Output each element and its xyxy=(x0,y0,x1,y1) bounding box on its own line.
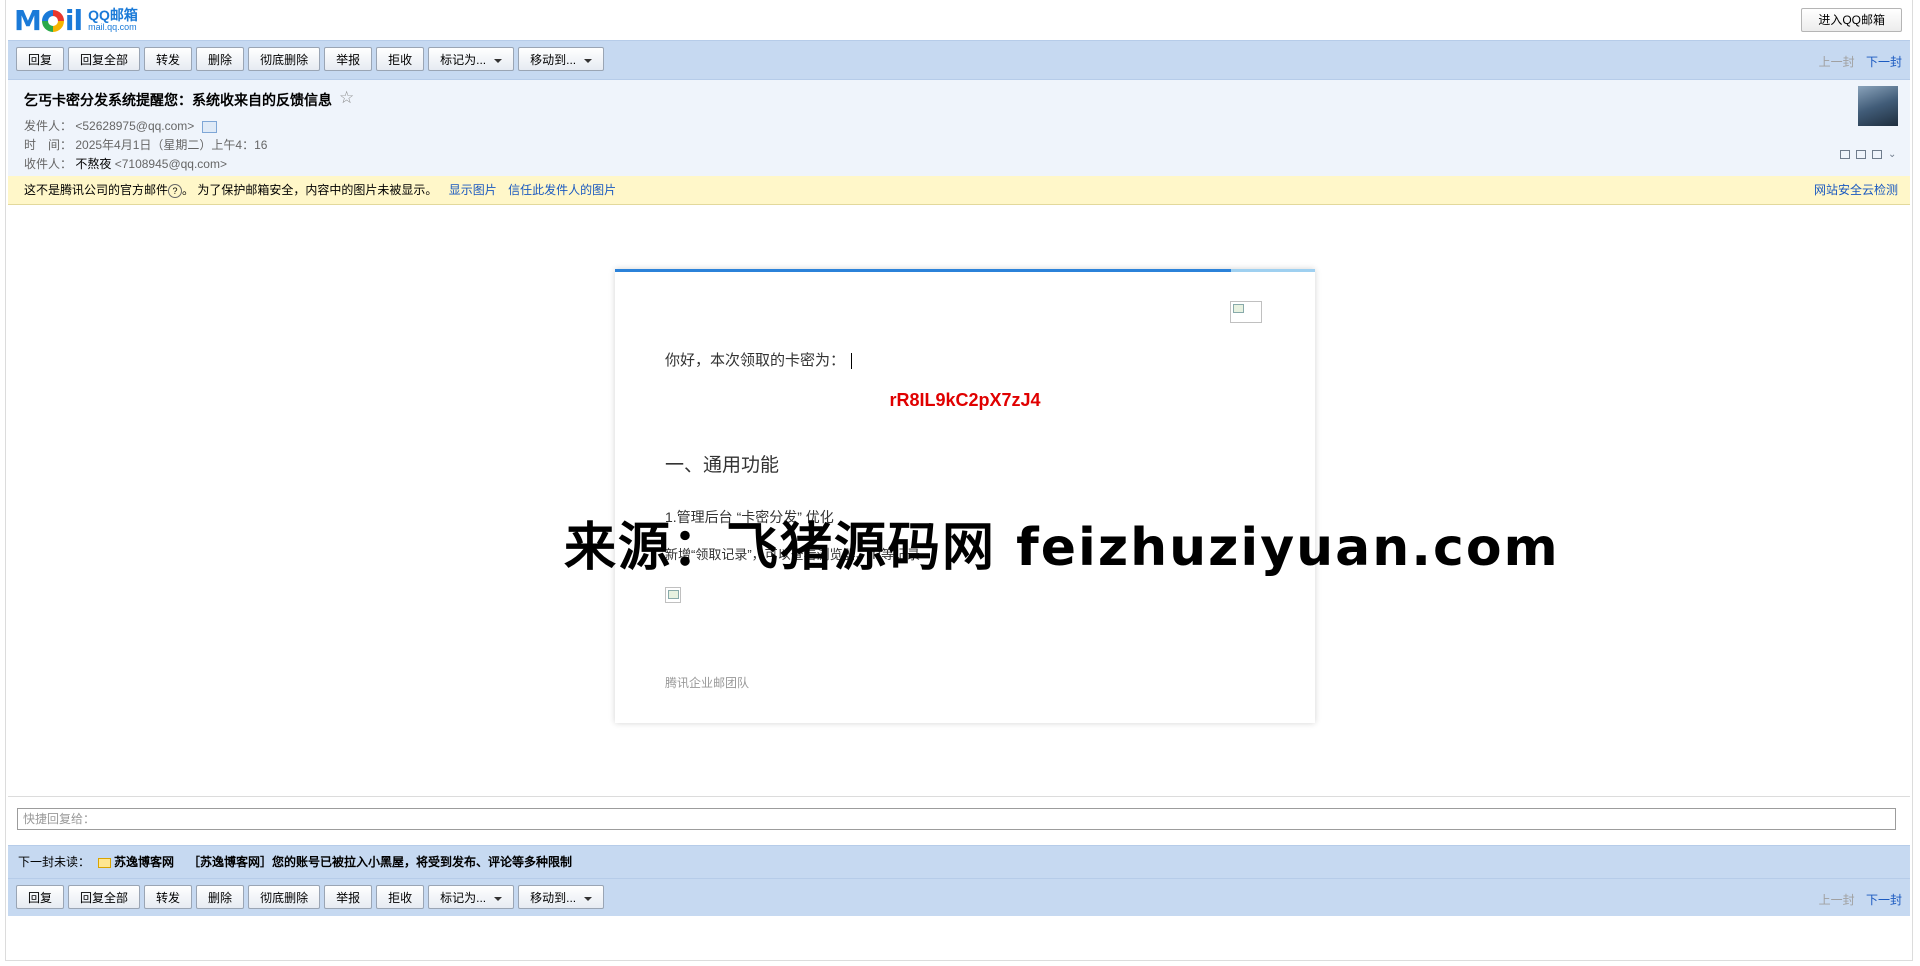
permanent-delete-button[interactable]: 彻底删除 xyxy=(248,47,321,71)
divider xyxy=(8,796,1910,797)
recipient-row: 收件人： 不熬夜 <7108945@qq.com> xyxy=(24,155,227,172)
warning-text: 这不是腾讯公司的官方邮件 xyxy=(24,183,169,197)
security-warning-bar: 这不是腾讯公司的官方邮件?。 为了保护邮箱安全，内容中的图片未被显示。 显示图片… xyxy=(8,176,1910,205)
broken-image-icon xyxy=(1230,301,1262,323)
card-progress-fill xyxy=(615,269,1231,272)
sender-address[interactable]: <52628975@qq.com> xyxy=(75,119,194,133)
text-cursor xyxy=(851,353,853,370)
mail-nav: 上一封 下一封 xyxy=(1819,53,1902,70)
logo-text: QQ邮箱 mail.qq.com xyxy=(88,7,138,33)
card-code[interactable]: rR8IL9kC2pX7zJ4 xyxy=(615,390,1315,411)
next-unread-bar: 下一封未读： 苏逸博客网 ［苏逸博客网］您的账号已被拉入小黑屋，将受到发布、评论等多… xyxy=(8,845,1910,878)
mail-frame: Mil QQ邮箱 mail.qq.com 进入QQ邮箱 回复 回复全部 转发 删… xyxy=(5,0,1913,961)
reject-button[interactable]: 拒收 xyxy=(376,885,425,909)
avatar[interactable] xyxy=(1858,86,1898,126)
warning-text-group: 这不是腾讯公司的官方邮件?。 为了保护邮箱安全，内容中的图片未被显示。 显示图片… xyxy=(24,176,616,204)
enter-qqmail-button[interactable]: 进入QQ邮箱 xyxy=(1801,8,1902,32)
show-images-link[interactable]: 显示图片 xyxy=(449,183,497,197)
move-to-label: 移动到... xyxy=(530,53,577,67)
move-to-label: 移动到... xyxy=(530,891,577,905)
next-unread-from[interactable]: 苏逸博客网 xyxy=(114,855,174,869)
reply-all-button[interactable]: 回复全部 xyxy=(68,47,141,71)
mark-as-label: 标记为... xyxy=(440,53,487,67)
mark-as-label: 标记为... xyxy=(440,891,487,905)
report-button[interactable]: 举报 xyxy=(324,47,373,71)
star-icon[interactable]: ☆ xyxy=(339,88,354,108)
qq-mail-logo[interactable]: Mil QQ邮箱 mail.qq.com xyxy=(14,6,138,36)
logo-bar: Mil QQ邮箱 mail.qq.com 进入QQ邮箱 xyxy=(6,0,1912,40)
sender-row: 发件人： <52628975@qq.com> xyxy=(24,117,217,134)
toolbar-buttons: 回复 回复全部 转发 删除 彻底删除 举报 拒收 标记为... 移动到... xyxy=(16,885,605,909)
contact-card-icon[interactable] xyxy=(201,120,217,133)
warning-text-2: 。 为了保护邮箱安全，内容中的图片未被显示。 xyxy=(182,183,438,197)
prev-mail-link[interactable]: 上一封 xyxy=(1819,893,1855,907)
mail-header: 乞丐卡密分发系统提醒您：系统收来自的反馈信息 ☆ 发件人： <52628975@… xyxy=(8,80,1910,176)
top-toolbar: 回复 回复全部 转发 删除 彻底删除 举报 拒收 标记为... 移动到... 上… xyxy=(8,40,1910,80)
quick-reply-input[interactable]: 快捷回复给： xyxy=(17,808,1896,830)
greeting-label: 你好，本次领取的卡密为： xyxy=(665,352,846,369)
chevron-down-icon xyxy=(584,58,593,63)
report-button[interactable]: 举报 xyxy=(324,885,373,909)
time-value: 2025年4月1日（星期二）上午4：16 xyxy=(75,138,268,152)
mark-as-dropdown[interactable]: 标记为... xyxy=(428,885,515,909)
chevron-down-icon xyxy=(584,896,593,901)
mark-as-dropdown[interactable]: 标记为... xyxy=(428,47,515,71)
expand-icon[interactable]: ⌄ xyxy=(1888,150,1898,160)
mail-subject: 乞丐卡密分发系统提醒您：系统收来自的反馈信息 xyxy=(24,92,332,108)
help-icon[interactable]: ? xyxy=(168,183,183,198)
watermark-text: 来源：飞猪源码网 feizhuziyuan.com xyxy=(564,518,1560,578)
next-mail-link[interactable]: 下一封 xyxy=(1866,893,1902,907)
mail-body-card: 你好，本次领取的卡密为： rR8IL9kC2pX7zJ4 一、通用功能 1.管理… xyxy=(615,269,1315,723)
greeting-text: 你好，本次领取的卡密为： xyxy=(665,349,853,370)
chevron-down-icon xyxy=(494,896,503,901)
next-unread-group: 下一封未读： 苏逸博客网 ［苏逸博客网］您的账号已被拉入小黑屋，将受到发布、评论等多… xyxy=(18,846,572,878)
chevron-down-icon xyxy=(494,58,503,63)
next-unread-label: 下一封未读： xyxy=(18,855,91,869)
time-label: 时 间： xyxy=(24,138,73,152)
recipient-label: 收件人： xyxy=(24,157,73,171)
next-unread-subject[interactable]: ［苏逸博客网］您的账号已被拉入小黑屋，将受到发布、评论等多种限制 xyxy=(188,855,572,869)
toolbar-buttons: 回复 回复全部 转发 删除 彻底删除 举报 拒收 标记为... 移动到... xyxy=(16,47,605,71)
time-row: 时 间： 2025年4月1日（星期二）上午4：16 xyxy=(24,136,267,153)
reply-button[interactable]: 回复 xyxy=(16,885,65,909)
logo-domain: mail.qq.com xyxy=(88,22,137,32)
forward-button[interactable]: 转发 xyxy=(144,885,193,909)
envelope-icon xyxy=(98,857,112,868)
logo-cn: QQ邮箱 xyxy=(88,7,138,23)
recipient-name[interactable]: 不熬夜 xyxy=(75,157,111,171)
folder-icon[interactable] xyxy=(1856,150,1866,159)
mail-nav: 上一封 下一封 xyxy=(1819,891,1902,908)
print-icon[interactable] xyxy=(1872,150,1882,159)
security-check-link[interactable]: 网站安全云检测 xyxy=(1814,176,1898,204)
next-mail-link[interactable]: 下一封 xyxy=(1866,55,1902,69)
reject-button[interactable]: 拒收 xyxy=(376,47,425,71)
broken-image-icon xyxy=(665,587,681,603)
delete-button[interactable]: 删除 xyxy=(196,885,245,909)
move-to-dropdown[interactable]: 移动到... xyxy=(518,47,605,71)
logo-wordmark: Mil xyxy=(14,4,83,37)
team-signature: 腾讯企业邮团队 xyxy=(665,676,750,690)
reply-button[interactable]: 回复 xyxy=(16,47,65,71)
header-icons: ⌄ xyxy=(1840,150,1898,160)
trust-sender-link[interactable]: 信任此发件人的图片 xyxy=(508,183,616,197)
footer-space xyxy=(8,916,1910,960)
bottom-toolbar: 回复 回复全部 转发 删除 彻底删除 举报 拒收 标记为... 移动到... 上… xyxy=(8,878,1910,918)
move-to-dropdown[interactable]: 移动到... xyxy=(518,885,605,909)
section-title: 一、通用功能 xyxy=(665,455,780,476)
reply-all-button[interactable]: 回复全部 xyxy=(68,885,141,909)
recipient-address: <7108945@qq.com> xyxy=(114,157,227,171)
forward-button[interactable]: 转发 xyxy=(144,47,193,71)
sender-label: 发件人： xyxy=(24,119,73,133)
delete-button[interactable]: 删除 xyxy=(196,47,245,71)
card-progress-bar xyxy=(615,269,1315,272)
prev-mail-link[interactable]: 上一封 xyxy=(1819,55,1855,69)
note-icon[interactable] xyxy=(1840,150,1850,159)
permanent-delete-button[interactable]: 彻底删除 xyxy=(248,885,321,909)
